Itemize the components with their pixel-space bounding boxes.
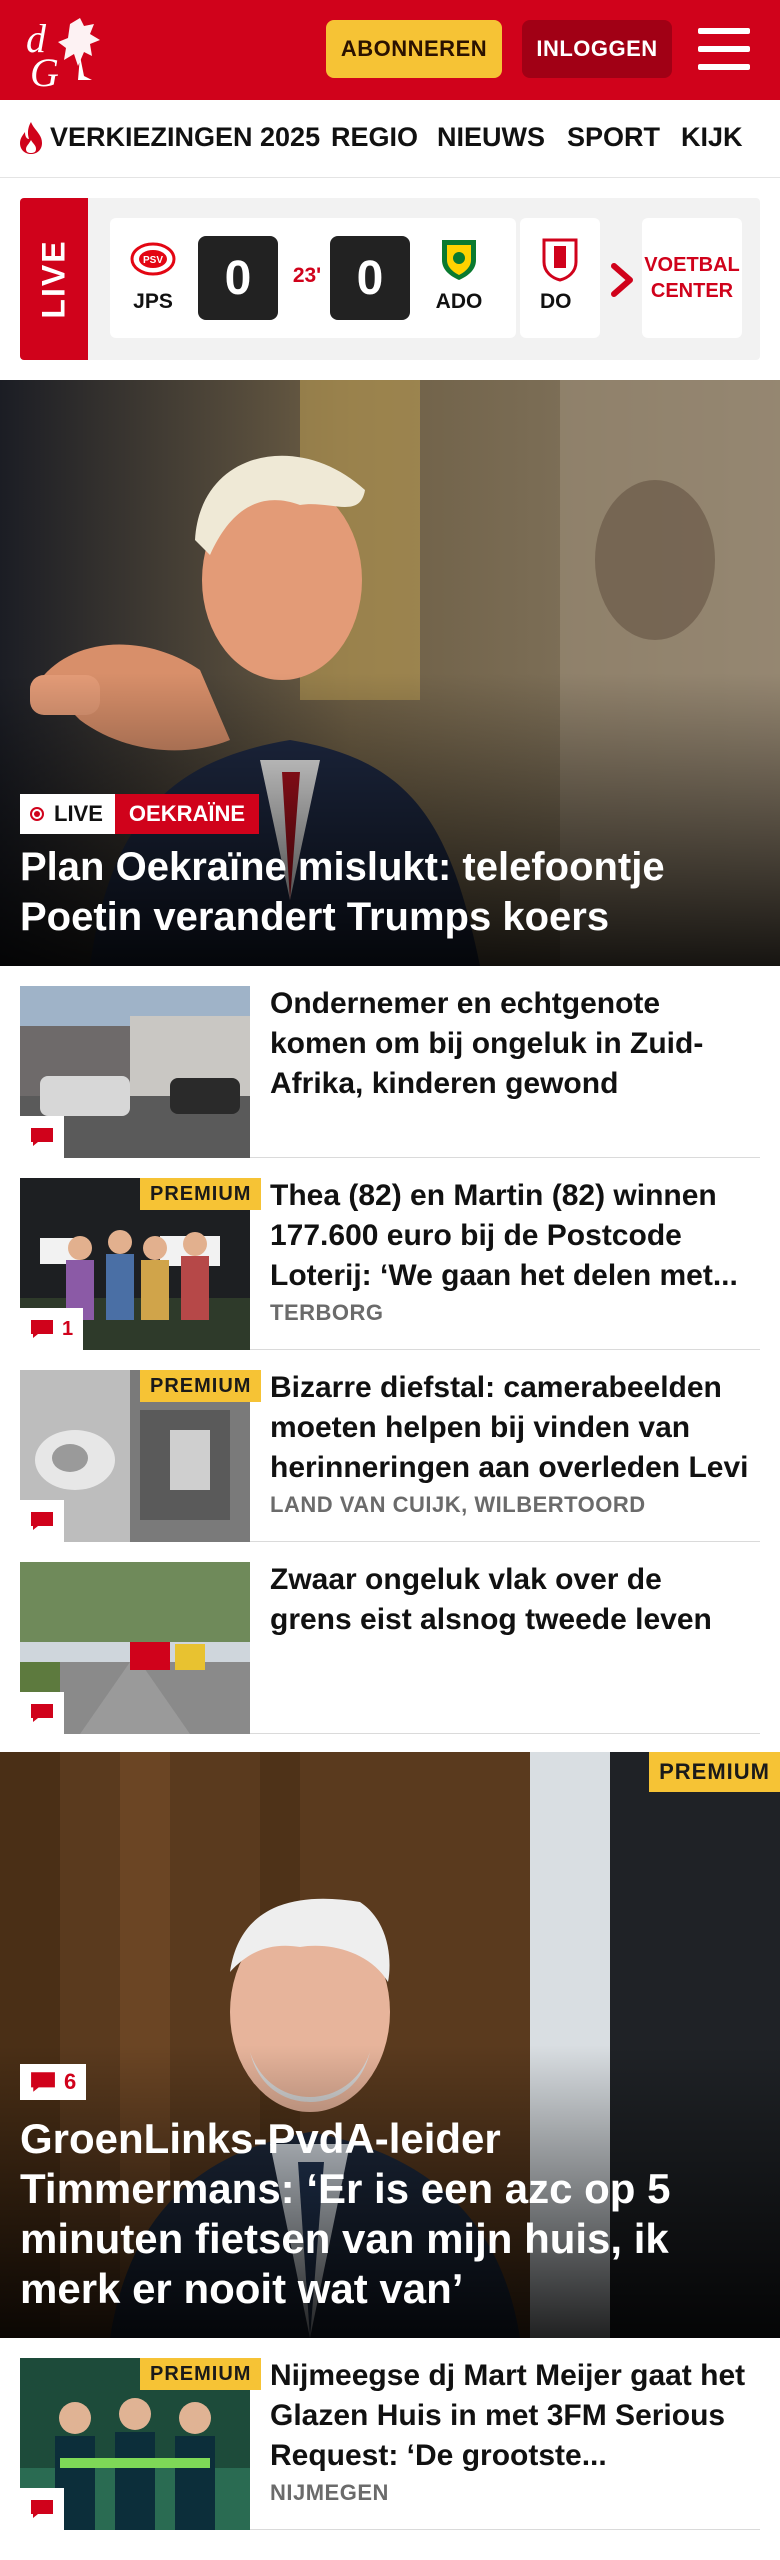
article-location: TERBORG	[270, 1300, 384, 1325]
nav-item-kijk[interactable]: KIJK	[681, 122, 743, 153]
article-location: NIJMEGEN	[270, 2480, 389, 2505]
home-team-name: JPS	[133, 290, 173, 313]
comment-badge[interactable]	[20, 2488, 64, 2530]
live-scores-bar: LIVE PSV JPS 0 23' 0 ADO DO VOETBAL CENT…	[20, 198, 760, 360]
comment-icon	[31, 1704, 53, 1722]
live-label: LIVE	[20, 198, 88, 360]
login-button[interactable]: INLOGGEN	[522, 20, 672, 78]
match-card[interactable]: PSV JPS 0 23' 0 ADO	[110, 218, 516, 338]
comment-icon	[31, 2072, 55, 2092]
article-title[interactable]: Bizarre diefstal: camerabeelden moeten h…	[270, 1368, 750, 1488]
comment-icon	[31, 2500, 53, 2518]
voetbal-center-button[interactable]: VOETBAL CENTER	[642, 218, 742, 338]
live-badge: LIVE	[20, 794, 115, 834]
subscribe-button[interactable]: ABONNEREN	[326, 20, 502, 78]
list-item[interactable]: Ondernemer en echtgenote komen om bij on…	[20, 966, 760, 1158]
away-team-name: ADO	[435, 290, 483, 313]
team-crest-icon	[542, 238, 578, 282]
hero-badges: LIVE OEKRAÏNE	[20, 794, 260, 834]
hero-title[interactable]: Plan Oekraïne mislukt: telefoontje Poeti…	[20, 842, 760, 942]
comment-icon	[31, 1320, 53, 1338]
nav-item-regio[interactable]: REGIO	[331, 122, 418, 153]
svg-text:G: G	[30, 50, 59, 90]
top-header: d G ABONNEREN INLOGGEN	[0, 0, 780, 100]
flame-icon	[20, 122, 42, 154]
list-item[interactable]: PREMIUM 1 Thea (82) en Martin (82) winne…	[20, 1158, 760, 1350]
premium-badge: PREMIUM	[649, 1752, 780, 1792]
menu-icon[interactable]	[698, 26, 750, 72]
comment-icon	[31, 1128, 53, 1146]
hero2-title[interactable]: GroenLinks-PvdA-leider Timmermans: ‘Er i…	[20, 2114, 760, 2314]
match-minute: 23'	[292, 264, 322, 287]
list-item[interactable]: PREMIUM Bizarre diefstal: camerabeelden …	[20, 1350, 760, 1542]
next-team-name: DO	[540, 290, 572, 313]
article-title[interactable]: Zwaar ongeluk vlak over de grens eist al…	[270, 1560, 750, 1640]
comment-badge[interactable]	[20, 1692, 64, 1734]
comment-badge[interactable]: 6	[20, 2064, 87, 2100]
svg-text:PSV: PSV	[143, 255, 163, 266]
nav-item-sport[interactable]: SPORT	[567, 122, 660, 153]
article-title[interactable]: Ondernemer en echtgenote komen om bij on…	[270, 984, 750, 1104]
dg-logo[interactable]: d G	[22, 10, 112, 95]
nav-item-nieuws[interactable]: NIEUWS	[437, 122, 545, 153]
article-title[interactable]: Thea (82) en Martin (82) winnen 177.600 …	[270, 1176, 750, 1296]
article-title[interactable]: Nijmeegse dj Mart Meijer gaat het Glazen…	[270, 2356, 750, 2476]
live-dot-icon	[30, 807, 44, 821]
comment-icon	[31, 1512, 53, 1530]
list-item[interactable]: PREMIUM Nijmeegse dj Mart Meijer gaat he…	[20, 2338, 760, 2530]
comment-badge[interactable]: 1	[20, 1308, 84, 1350]
psv-logo-icon: PSV	[130, 242, 176, 276]
nav-item-verkiezingen[interactable]: VERKIEZINGEN 2025	[50, 122, 320, 153]
chevron-right-icon[interactable]	[602, 258, 642, 302]
premium-badge: PREMIUM	[140, 2358, 262, 2390]
list-item[interactable]: Zwaar ongeluk vlak over de grens eist al…	[20, 1542, 760, 1734]
premium-badge: PREMIUM	[140, 1370, 262, 1402]
premium-badge: PREMIUM	[140, 1178, 262, 1210]
article-location: LAND VAN CUIJK, WILBERTOORD	[270, 1492, 646, 1517]
away-score: 0	[330, 236, 410, 320]
main-nav: VERKIEZINGEN 2025 REGIO NIEUWS SPORT KIJ…	[0, 100, 780, 178]
comment-badge[interactable]	[20, 1500, 64, 1542]
comment-badge[interactable]	[20, 1116, 64, 1158]
home-score: 0	[198, 236, 278, 320]
topic-badge[interactable]: OEKRAÏNE	[114, 794, 260, 834]
comment-count: 1	[62, 1317, 74, 1340]
match-card-next[interactable]: DO	[520, 218, 600, 338]
ado-logo-icon	[442, 240, 476, 280]
comment-count: 6	[64, 2069, 77, 2094]
